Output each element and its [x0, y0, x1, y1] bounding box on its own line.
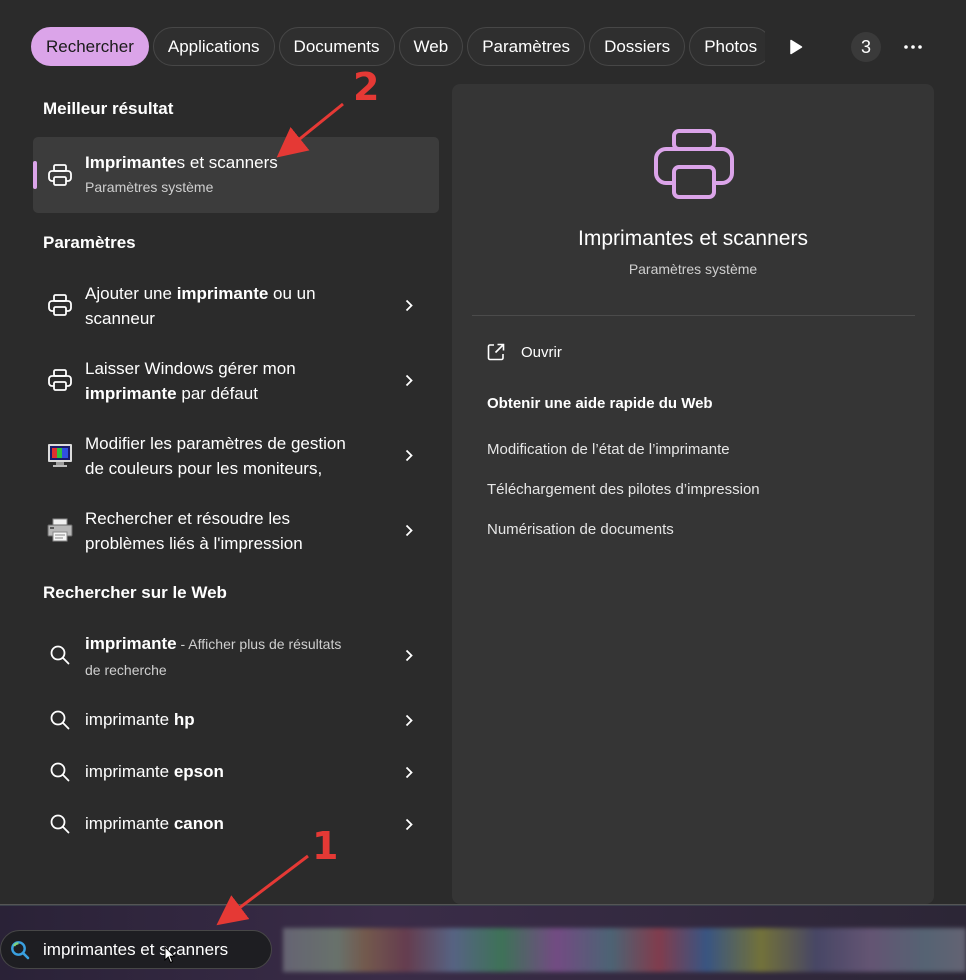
search-input[interactable]: imprimantes et scanners	[43, 940, 228, 960]
printer-icon	[47, 367, 73, 393]
tab-dossiers[interactable]: Dossiers	[589, 27, 686, 66]
web-item-label: imprimante canon	[85, 814, 224, 833]
printer-icon	[47, 292, 73, 318]
preview-pane: Imprimantes et scanners Paramètres systè…	[452, 84, 934, 904]
tab-applications[interactable]: Applications	[152, 27, 275, 66]
printer-icon	[47, 162, 73, 188]
web-item-label: imprimante epson	[85, 762, 224, 781]
best-match-item[interactable]: Imprimantes et scanners Paramètres systè…	[33, 137, 439, 213]
play-icon[interactable]	[784, 32, 808, 62]
web-help-link[interactable]: Téléchargement des pilotes d’impression	[487, 481, 760, 498]
search-icon	[11, 941, 30, 960]
chevron-right-icon	[402, 448, 416, 462]
taskbar-search-box[interactable]: imprimantes et scanners	[0, 930, 272, 969]
search-icon	[47, 759, 73, 785]
web-help-link[interactable]: Numérisation de documents	[487, 521, 674, 538]
chevron-right-icon	[402, 298, 416, 312]
tab-parametres[interactable]: Paramètres	[467, 27, 586, 66]
filter-tabs: Rechercher Applications Documents Web Paramè…	[31, 27, 765, 67]
tab-web[interactable]: Web	[398, 27, 464, 66]
chevron-right-icon	[402, 373, 416, 387]
tab-documents[interactable]: Documents	[278, 27, 395, 66]
open-external-icon	[487, 343, 505, 361]
result-count-badge[interactable]: 3	[851, 32, 881, 62]
settings-item-label: Laisser Windows gérer mon imprimante par…	[85, 359, 296, 403]
web-help-title: Obtenir une aide rapide du Web	[487, 395, 713, 412]
tab-rechercher[interactable]: Rechercher	[31, 27, 149, 66]
settings-item-label: Modifier les paramètres de gestion de co…	[85, 434, 346, 478]
mouse-cursor-icon	[164, 945, 176, 969]
chevron-right-icon	[402, 817, 416, 831]
best-match-label: Imprimantes et scanners Paramètres systè…	[85, 150, 278, 199]
web-help-link[interactable]: Modification de l’état de l’imprimante	[487, 441, 730, 458]
printer-troubleshoot-icon	[47, 517, 73, 543]
annotation-number-2: 2	[353, 65, 380, 109]
preview-title: Imprimantes et scanners	[578, 227, 808, 250]
open-label: Ouvrir	[521, 343, 562, 361]
chevron-right-icon	[402, 713, 416, 727]
preview-subtitle: Paramètres système	[628, 261, 758, 277]
best-match-subtitle: Paramètres système	[85, 179, 214, 195]
settings-item-label: Rechercher et résoudre les problèmes lié…	[85, 509, 303, 553]
search-icon	[47, 642, 73, 668]
more-icon[interactable]	[900, 32, 926, 62]
search-icon	[47, 811, 73, 837]
chevron-right-icon	[402, 523, 416, 537]
selection-accent	[33, 161, 37, 189]
taskbar-apps-blurred	[283, 928, 966, 972]
tab-photos[interactable]: Photos	[689, 27, 765, 66]
chevron-right-icon	[402, 648, 416, 662]
monitor-color-icon	[47, 442, 73, 468]
section-title-best-match: Meilleur résultat	[43, 99, 174, 118]
section-title-web: Rechercher sur le Web	[43, 583, 227, 602]
annotation-number-1: 1	[312, 824, 339, 868]
web-item-label: imprimante hp	[85, 710, 195, 729]
open-button[interactable]: Ouvrir	[487, 343, 562, 361]
web-item-label: imprimante - Afficher plus de résultats …	[85, 634, 342, 678]
divider	[472, 315, 915, 316]
chevron-right-icon	[402, 765, 416, 779]
search-panel: Rechercher Applications Documents Web Paramè…	[0, 0, 966, 905]
printer-large-icon	[653, 128, 735, 205]
section-title-settings: Paramètres	[43, 233, 136, 252]
search-icon	[47, 707, 73, 733]
settings-item-label: Ajouter une imprimante ou un scanneur	[85, 284, 316, 328]
